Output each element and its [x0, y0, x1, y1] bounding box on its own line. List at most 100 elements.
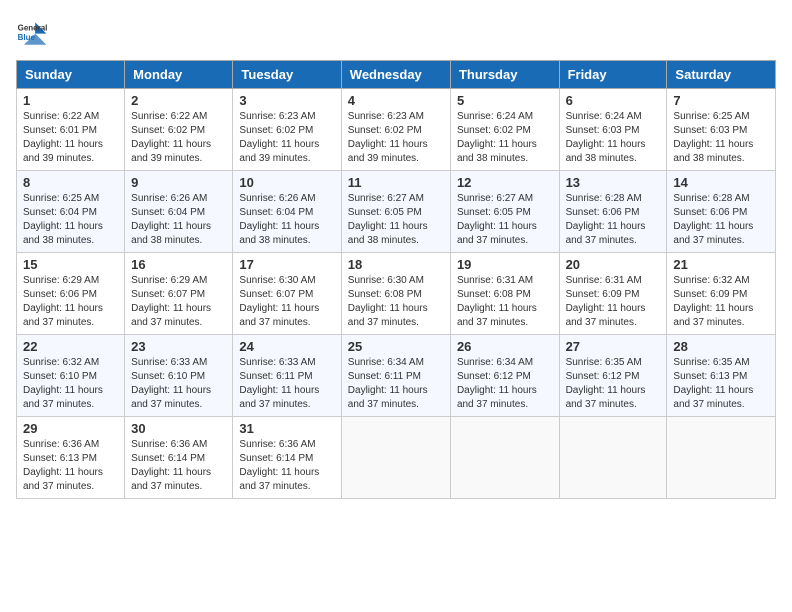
- calendar-day-cell: 24 Sunrise: 6:33 AMSunset: 6:11 PMDayligh…: [233, 335, 341, 417]
- day-number: 3: [239, 93, 334, 108]
- day-number: 18: [348, 257, 444, 272]
- day-number: 27: [566, 339, 661, 354]
- day-number: 17: [239, 257, 334, 272]
- day-number: 7: [673, 93, 769, 108]
- day-number: 21: [673, 257, 769, 272]
- calendar-week-row: 8 Sunrise: 6:25 AMSunset: 6:04 PMDaylight…: [17, 171, 776, 253]
- day-number: 12: [457, 175, 553, 190]
- day-info: Sunrise: 6:23 AMSunset: 6:02 PMDaylight:…: [348, 110, 444, 166]
- day-info: Sunrise: 6:36 AMSunset: 6:14 PMDaylight:…: [131, 438, 226, 494]
- calendar-day-cell: 15Sunrise: 6:29 AMSunset: 6:06 PMDayligh…: [17, 253, 125, 335]
- calendar-day-cell: [667, 417, 776, 499]
- day-info: Sunrise: 6:31 AMSunset: 6:08 PMDaylight:…: [457, 274, 553, 330]
- day-info: Sunrise: 6:27 AMSunset: 6:05 PMDaylight:…: [457, 192, 553, 248]
- calendar-day-cell: 21 Sunrise: 6:32 AMSunset: 6:09 PMDayligh…: [667, 253, 776, 335]
- day-number: 16: [131, 257, 226, 272]
- day-number: 9: [131, 175, 226, 190]
- col-monday: Monday: [125, 61, 233, 89]
- calendar-day-cell: 30 Sunrise: 6:36 AMSunset: 6:14 PMDayligh…: [125, 417, 233, 499]
- calendar-day-cell: 4 Sunrise: 6:23 AMSunset: 6:02 PMDaylight…: [341, 89, 450, 171]
- calendar-day-cell: [559, 417, 667, 499]
- day-info: Sunrise: 6:29 AMSunset: 6:07 PMDaylight:…: [131, 274, 226, 330]
- calendar-day-cell: 17 Sunrise: 6:30 AMSunset: 6:07 PMDayligh…: [233, 253, 341, 335]
- logo: General Blue: [16, 16, 52, 48]
- calendar-day-cell: 14Sunrise: 6:28 AMSunset: 6:06 PMDayligh…: [667, 171, 776, 253]
- day-number: 19: [457, 257, 553, 272]
- calendar-day-cell: 19 Sunrise: 6:31 AMSunset: 6:08 PMDayligh…: [450, 253, 559, 335]
- calendar-day-cell: [450, 417, 559, 499]
- day-number: 24: [239, 339, 334, 354]
- calendar-week-row: 22 Sunrise: 6:32 AMSunset: 6:10 PMDayligh…: [17, 335, 776, 417]
- day-info: Sunrise: 6:33 AMSunset: 6:11 PMDaylight:…: [239, 356, 334, 412]
- day-info: Sunrise: 6:26 AMSunset: 6:04 PMDaylight:…: [131, 192, 226, 248]
- calendar-day-cell: 20 Sunrise: 6:31 AMSunset: 6:09 PMDayligh…: [559, 253, 667, 335]
- day-number: 20: [566, 257, 661, 272]
- day-info: Sunrise: 6:23 AMSunset: 6:02 PMDaylight:…: [239, 110, 334, 166]
- calendar-day-cell: 7 Sunrise: 6:25 AMSunset: 6:03 PMDaylight…: [667, 89, 776, 171]
- svg-text:General: General: [18, 23, 48, 32]
- day-number: 23: [131, 339, 226, 354]
- day-number: 22: [23, 339, 118, 354]
- day-number: 28: [673, 339, 769, 354]
- calendar-day-cell: 31 Sunrise: 6:36 AMSunset: 6:14 PMDayligh…: [233, 417, 341, 499]
- calendar-day-cell: 1Sunrise: 6:22 AMSunset: 6:01 PMDaylight…: [17, 89, 125, 171]
- day-number: 10: [239, 175, 334, 190]
- calendar-table: Sunday Monday Tuesday Wednesday Thursday…: [16, 60, 776, 499]
- calendar-day-cell: 8 Sunrise: 6:25 AMSunset: 6:04 PMDaylight…: [17, 171, 125, 253]
- day-info: Sunrise: 6:30 AMSunset: 6:08 PMDaylight:…: [348, 274, 444, 330]
- calendar-day-cell: 9 Sunrise: 6:26 AMSunset: 6:04 PMDaylight…: [125, 171, 233, 253]
- day-info: Sunrise: 6:22 AMSunset: 6:01 PMDaylight:…: [23, 110, 118, 166]
- calendar-day-cell: 23Sunrise: 6:33 AMSunset: 6:10 PMDayligh…: [125, 335, 233, 417]
- calendar-week-row: 1Sunrise: 6:22 AMSunset: 6:01 PMDaylight…: [17, 89, 776, 171]
- day-info: Sunrise: 6:28 AMSunset: 6:06 PMDaylight:…: [673, 192, 769, 248]
- logo-icon: General Blue: [16, 16, 48, 48]
- col-thursday: Thursday: [450, 61, 559, 89]
- calendar-day-cell: 26Sunrise: 6:34 AMSunset: 6:12 PMDayligh…: [450, 335, 559, 417]
- day-number: 29: [23, 421, 118, 436]
- col-friday: Friday: [559, 61, 667, 89]
- calendar-day-cell: 13 Sunrise: 6:28 AMSunset: 6:06 PMDayligh…: [559, 171, 667, 253]
- day-info: Sunrise: 6:24 AMSunset: 6:02 PMDaylight:…: [457, 110, 553, 166]
- calendar-day-cell: 2Sunrise: 6:22 AMSunset: 6:02 PMDaylight…: [125, 89, 233, 171]
- day-info: Sunrise: 6:36 AMSunset: 6:13 PMDaylight:…: [23, 438, 118, 494]
- day-info: Sunrise: 6:34 AMSunset: 6:11 PMDaylight:…: [348, 356, 444, 412]
- day-info: Sunrise: 6:32 AMSunset: 6:10 PMDaylight:…: [23, 356, 118, 412]
- day-info: Sunrise: 6:25 AMSunset: 6:03 PMDaylight:…: [673, 110, 769, 166]
- calendar-day-cell: 5 Sunrise: 6:24 AMSunset: 6:02 PMDaylight…: [450, 89, 559, 171]
- day-info: Sunrise: 6:25 AMSunset: 6:04 PMDaylight:…: [23, 192, 118, 248]
- day-info: Sunrise: 6:36 AMSunset: 6:14 PMDaylight:…: [239, 438, 334, 494]
- calendar-day-cell: 27 Sunrise: 6:35 AMSunset: 6:12 PMDayligh…: [559, 335, 667, 417]
- calendar-week-row: 15Sunrise: 6:29 AMSunset: 6:06 PMDayligh…: [17, 253, 776, 335]
- day-number: 4: [348, 93, 444, 108]
- page-header: General Blue: [16, 16, 776, 48]
- day-number: 5: [457, 93, 553, 108]
- day-number: 25: [348, 339, 444, 354]
- day-info: Sunrise: 6:35 AMSunset: 6:12 PMDaylight:…: [566, 356, 661, 412]
- col-saturday: Saturday: [667, 61, 776, 89]
- day-number: 8: [23, 175, 118, 190]
- day-info: Sunrise: 6:31 AMSunset: 6:09 PMDaylight:…: [566, 274, 661, 330]
- day-info: Sunrise: 6:28 AMSunset: 6:06 PMDaylight:…: [566, 192, 661, 248]
- calendar-day-cell: 16 Sunrise: 6:29 AMSunset: 6:07 PMDayligh…: [125, 253, 233, 335]
- calendar-day-cell: 11 Sunrise: 6:27 AMSunset: 6:05 PMDayligh…: [341, 171, 450, 253]
- calendar-day-cell: 3 Sunrise: 6:23 AMSunset: 6:02 PMDaylight…: [233, 89, 341, 171]
- day-info: Sunrise: 6:24 AMSunset: 6:03 PMDaylight:…: [566, 110, 661, 166]
- day-number: 31: [239, 421, 334, 436]
- day-number: 6: [566, 93, 661, 108]
- calendar-body: 1Sunrise: 6:22 AMSunset: 6:01 PMDaylight…: [17, 89, 776, 499]
- calendar-day-cell: 18 Sunrise: 6:30 AMSunset: 6:08 PMDayligh…: [341, 253, 450, 335]
- calendar-header-row: Sunday Monday Tuesday Wednesday Thursday…: [17, 61, 776, 89]
- day-info: Sunrise: 6:29 AMSunset: 6:06 PMDaylight:…: [23, 274, 118, 330]
- svg-text:Blue: Blue: [18, 33, 36, 42]
- calendar-day-cell: 6 Sunrise: 6:24 AMSunset: 6:03 PMDaylight…: [559, 89, 667, 171]
- day-info: Sunrise: 6:32 AMSunset: 6:09 PMDaylight:…: [673, 274, 769, 330]
- day-info: Sunrise: 6:27 AMSunset: 6:05 PMDaylight:…: [348, 192, 444, 248]
- calendar-day-cell: 12 Sunrise: 6:27 AMSunset: 6:05 PMDayligh…: [450, 171, 559, 253]
- day-number: 11: [348, 175, 444, 190]
- day-info: Sunrise: 6:30 AMSunset: 6:07 PMDaylight:…: [239, 274, 334, 330]
- day-number: 30: [131, 421, 226, 436]
- calendar-day-cell: 25 Sunrise: 6:34 AMSunset: 6:11 PMDayligh…: [341, 335, 450, 417]
- calendar-week-row: 29 Sunrise: 6:36 AMSunset: 6:13 PMDayligh…: [17, 417, 776, 499]
- day-number: 13: [566, 175, 661, 190]
- col-sunday: Sunday: [17, 61, 125, 89]
